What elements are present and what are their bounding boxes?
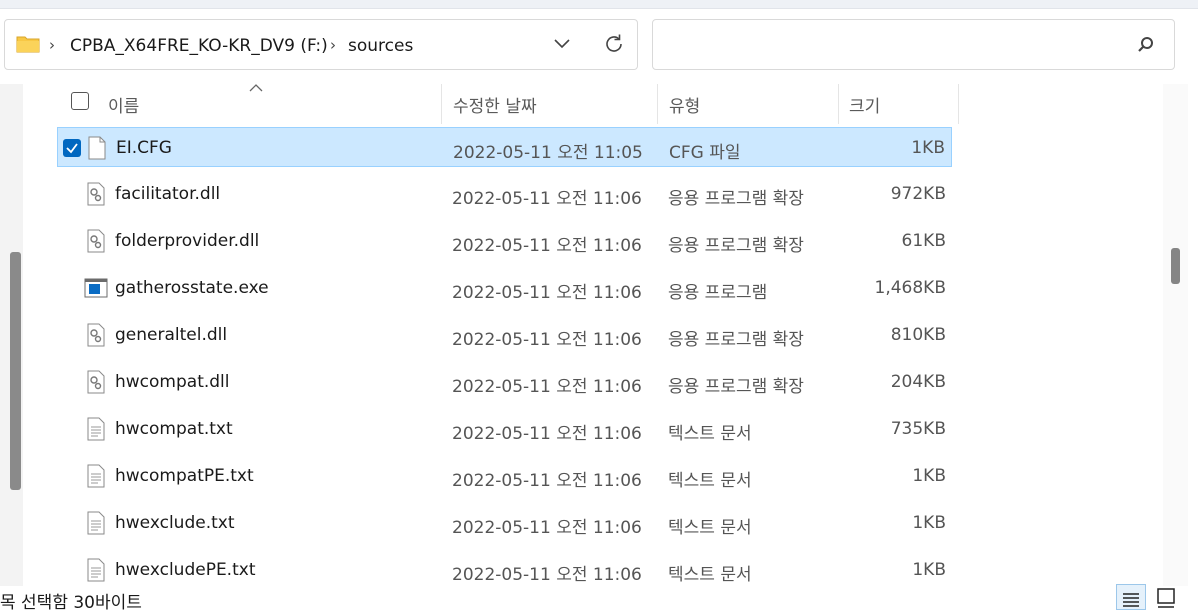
text-file-icon xyxy=(87,464,105,488)
folder-icon xyxy=(16,36,40,53)
file-date: 2022-05-11 오전 11:06 xyxy=(452,330,642,350)
file-size: 1KB xyxy=(912,466,946,486)
breadcrumb-drive[interactable]: CPBA_X64FRE_KO-KR_DV9 (F:) xyxy=(70,36,328,56)
column-divider[interactable] xyxy=(441,84,442,124)
file-row[interactable]: generaltel.dll 2022-05-11 오전 11:06 응용 프로… xyxy=(57,315,952,355)
generic-file-icon xyxy=(88,136,106,160)
file-date: 2022-05-11 오전 11:06 xyxy=(452,189,642,209)
file-name[interactable]: EI.CFG xyxy=(116,138,172,158)
file-date: 2022-05-11 오전 11:06 xyxy=(452,424,642,444)
text-file-icon xyxy=(87,558,105,582)
file-size: 1KB xyxy=(912,513,946,533)
file-row[interactable]: hwcompat.txt 2022-05-11 오전 11:06 텍스트 문서 … xyxy=(57,409,952,449)
file-date: 2022-05-11 오전 11:06 xyxy=(452,518,642,538)
vertical-scrollbar[interactable] xyxy=(1163,84,1188,594)
row-checkbox[interactable] xyxy=(63,139,81,157)
file-type: 응용 프로그램 확장 xyxy=(668,189,804,209)
file-name[interactable]: facilitator.dll xyxy=(115,184,220,204)
column-divider[interactable] xyxy=(958,84,959,124)
search-icon[interactable] xyxy=(1137,36,1155,54)
file-row[interactable]: gatherosstate.exe 2022-05-11 오전 11:06 응용… xyxy=(57,268,952,308)
checkmark-icon xyxy=(66,143,78,154)
file-size: 810KB xyxy=(890,325,946,345)
status-bar xyxy=(0,586,1198,610)
file-row[interactable]: hwcompatPE.txt 2022-05-11 오전 11:06 텍스트 문… xyxy=(57,456,952,496)
file-type: 텍스트 문서 xyxy=(668,424,752,444)
dll-file-icon xyxy=(87,182,105,206)
nav-scrollbar-thumb[interactable] xyxy=(10,252,21,490)
large-icons-view-icon xyxy=(1157,588,1175,608)
address-bar[interactable]: › CPBA_X64FRE_KO-KR_DV9 (F:) › sources xyxy=(4,19,638,70)
file-date: 2022-05-11 오전 11:06 xyxy=(452,283,642,303)
file-name[interactable]: hwexclude.txt xyxy=(115,513,235,533)
file-name[interactable]: hwcompat.dll xyxy=(115,372,230,392)
file-name[interactable]: hwcompat.txt xyxy=(115,419,233,439)
status-text: 목 선택함 30바이트 xyxy=(0,593,142,613)
file-size: 735KB xyxy=(890,419,946,439)
chevron-right-icon: › xyxy=(330,36,336,54)
file-size: 972KB xyxy=(890,184,946,204)
file-type: 응용 프로그램 확장 xyxy=(668,377,804,397)
file-type: 응용 프로그램 확장 xyxy=(668,330,804,350)
column-header-type[interactable]: 유형 xyxy=(669,92,700,117)
dll-file-icon xyxy=(87,370,105,394)
file-name[interactable]: gatherosstate.exe xyxy=(115,278,269,298)
large-icons-view-button[interactable] xyxy=(1152,584,1180,610)
file-type: 텍스트 문서 xyxy=(668,565,752,585)
column-divider[interactable] xyxy=(657,84,658,124)
vertical-scrollbar-thumb[interactable] xyxy=(1171,248,1180,284)
file-size: 1KB xyxy=(911,138,945,158)
text-file-icon xyxy=(87,417,105,441)
file-name[interactable]: hwcompatPE.txt xyxy=(115,466,254,486)
file-name[interactable]: generaltel.dll xyxy=(115,325,227,345)
column-header-size[interactable]: 크기 xyxy=(849,92,880,117)
chevron-down-icon[interactable] xyxy=(553,38,571,50)
text-file-icon xyxy=(87,511,105,535)
exe-file-icon xyxy=(84,278,108,298)
search-box[interactable] xyxy=(652,19,1175,70)
file-type: 응용 프로그램 확장 xyxy=(668,236,804,256)
dll-file-icon xyxy=(87,229,105,253)
column-header-name[interactable]: 이름 xyxy=(108,92,139,117)
sort-ascending-icon xyxy=(249,84,263,92)
title-strip xyxy=(0,0,1198,9)
file-type: 텍스트 문서 xyxy=(668,518,752,538)
file-type: 응용 프로그램 xyxy=(668,283,768,303)
file-name[interactable]: hwexcludePE.txt xyxy=(115,560,255,580)
breadcrumb-folder[interactable]: sources xyxy=(348,36,413,56)
file-size: 1KB xyxy=(912,560,946,580)
file-type: 텍스트 문서 xyxy=(668,471,752,491)
dll-file-icon xyxy=(87,323,105,347)
file-row[interactable]: facilitator.dll 2022-05-11 오전 11:06 응용 프… xyxy=(57,174,952,214)
file-size: 204KB xyxy=(890,372,946,392)
select-all-checkbox[interactable] xyxy=(71,92,89,110)
details-view-button[interactable] xyxy=(1116,584,1146,610)
file-type: CFG 파일 xyxy=(669,143,741,163)
file-name[interactable]: folderprovider.dll xyxy=(115,231,259,251)
file-date: 2022-05-11 오전 11:06 xyxy=(452,565,642,585)
file-date: 2022-05-11 오전 11:06 xyxy=(452,471,642,491)
column-divider[interactable] xyxy=(838,84,839,124)
file-size: 61KB xyxy=(901,231,946,251)
refresh-icon[interactable] xyxy=(603,33,625,55)
chevron-right-icon: › xyxy=(49,36,55,54)
file-row[interactable]: hwexclude.txt 2022-05-11 오전 11:06 텍스트 문서… xyxy=(57,503,952,543)
file-row[interactable]: folderprovider.dll 2022-05-11 오전 11:06 응… xyxy=(57,221,952,261)
file-date: 2022-05-11 오전 11:06 xyxy=(452,236,642,256)
file-row[interactable]: hwexcludePE.txt 2022-05-11 오전 11:06 텍스트 … xyxy=(57,550,952,590)
details-view-icon xyxy=(1123,593,1139,607)
search-input[interactable] xyxy=(663,32,1127,58)
file-row[interactable]: hwcompat.dll 2022-05-11 오전 11:06 응용 프로그램… xyxy=(57,362,952,402)
column-header-date[interactable]: 수정한 날짜 xyxy=(453,92,537,117)
file-size: 1,468KB xyxy=(874,278,946,298)
file-date: 2022-05-11 오전 11:05 xyxy=(453,143,643,163)
file-row[interactable]: EI.CFG 2022-05-11 오전 11:05 CFG 파일 1KB xyxy=(57,127,952,167)
file-date: 2022-05-11 오전 11:06 xyxy=(452,377,642,397)
